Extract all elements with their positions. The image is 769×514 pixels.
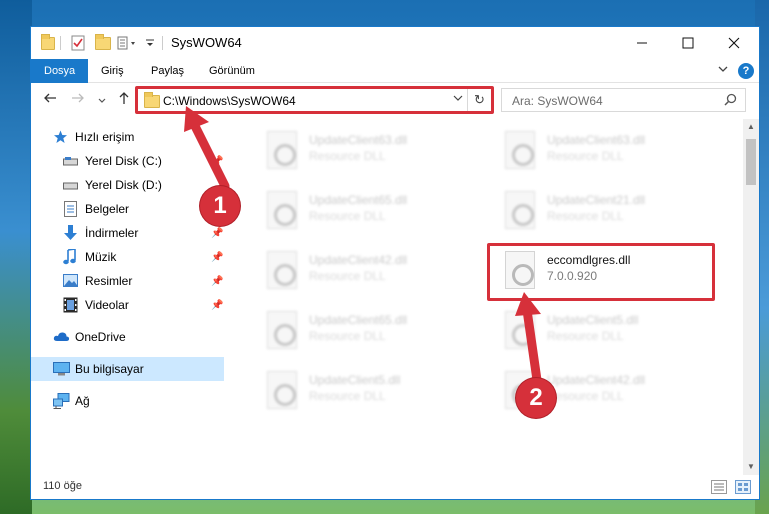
step-2-callout: 2 [516,378,556,418]
annotation-arrows [184,106,542,385]
arrow-1-shaft [189,119,230,191]
arrow-2-head [515,292,541,316]
arrow-2-shaft [522,305,542,385]
step-1-callout: 1 [200,186,240,226]
